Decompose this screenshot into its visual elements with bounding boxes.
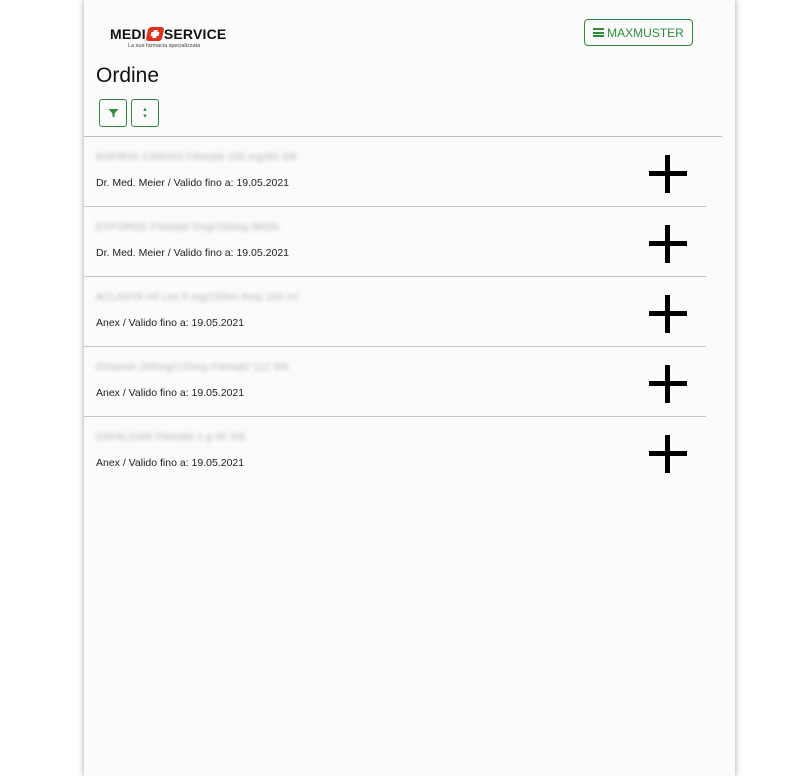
medication-name: ACLASTA Inf Lös 5 mg/100ml Amp 100 ml xyxy=(96,292,299,303)
user-menu-button[interactable]: MAXMUSTER xyxy=(584,19,693,46)
add-to-order-plus-icon[interactable] xyxy=(644,220,692,268)
swiss-cross-icon xyxy=(145,27,165,41)
prescription-info: Anex / Valido fino a: 19.05.2021 xyxy=(96,387,245,399)
prescription-info: Anex / Valido fino a: 19.05.2021 xyxy=(96,317,245,329)
logo-text-right: SERVICE xyxy=(163,26,227,42)
add-to-order-plus-icon[interactable] xyxy=(644,150,692,198)
medication-name: EXFORGE Filmtabl 5mg/160mg 98Stk xyxy=(96,222,280,233)
page-title: Ordine xyxy=(96,64,160,87)
medication-name: DAFALGAN Filmtabl 1 g 40 Stk xyxy=(96,432,247,443)
order-item[interactable]: Orkambi 200mg/125mg Filmtabl 112 Stk Ane… xyxy=(84,347,706,417)
user-menu-label: MAXMUSTER xyxy=(607,25,684,40)
funnel-icon xyxy=(108,108,118,117)
medication-name: ASPIRIN CARDIO Filmtabl 100 mg/80 Stk xyxy=(96,152,298,163)
hamburger-menu-icon xyxy=(593,28,605,37)
brand-logo[interactable]: MEDI SERVICE La sua farmacia specializza… xyxy=(110,26,226,49)
filter-button[interactable] xyxy=(99,99,127,127)
order-item[interactable]: DAFALGAN Filmtabl 1 g 40 Stk Anex / Vali… xyxy=(84,417,706,487)
prescription-info: Anex / Valido fino a: 19.05.2021 xyxy=(96,457,245,469)
prescription-info: Dr. Med. Meier / Valido fino a: 19.05.20… xyxy=(96,177,289,189)
sort-button[interactable]: ▴ ▾ xyxy=(131,99,159,127)
add-to-order-plus-icon[interactable] xyxy=(644,430,692,478)
add-to-order-plus-icon[interactable] xyxy=(644,360,692,408)
prescription-info: Dr. Med. Meier / Valido fino a: 19.05.20… xyxy=(96,247,289,259)
order-item[interactable]: ACLASTA Inf Lös 5 mg/100ml Amp 100 ml An… xyxy=(84,277,706,347)
logo-text-left: MEDI xyxy=(110,26,146,42)
order-item[interactable]: ASPIRIN CARDIO Filmtabl 100 mg/80 Stk Dr… xyxy=(84,137,706,207)
logo-tagline: La sua farmacia specializzata xyxy=(128,43,201,49)
sort-arrows-icon: ▴ ▾ xyxy=(143,106,147,120)
logo-wordmark: MEDI SERVICE xyxy=(110,26,226,42)
app-card: MEDI SERVICE La sua farmacia specializza… xyxy=(84,0,735,776)
medication-name: Orkambi 200mg/125mg Filmtabl 112 Stk xyxy=(96,362,289,373)
add-to-order-plus-icon[interactable] xyxy=(644,290,692,338)
order-item[interactable]: EXFORGE Filmtabl 5mg/160mg 98Stk Dr. Med… xyxy=(84,207,706,277)
